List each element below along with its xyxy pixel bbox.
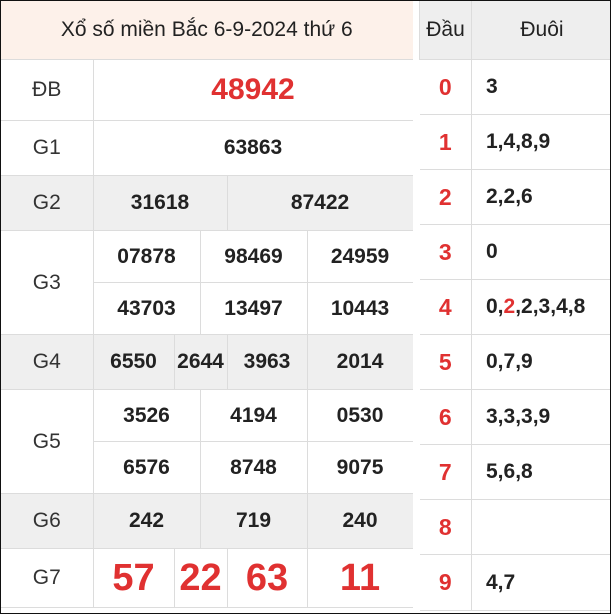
- dau-digit: 1: [419, 114, 472, 170]
- duoi-digits: 5,6,8: [471, 444, 610, 500]
- g1-number: 63863: [92, 120, 414, 176]
- g4-number: 2644: [173, 334, 228, 390]
- g5-number: 6576: [92, 441, 201, 494]
- g5-number: 3526: [92, 389, 201, 442]
- duoi-digits: 3,3,3,9: [471, 389, 610, 445]
- duoi-digits: 2,2,6: [471, 169, 610, 225]
- dau-digit: 7: [419, 444, 472, 500]
- dau-digit: 3: [419, 224, 472, 280]
- prize-label-g7: G7: [1, 548, 94, 608]
- g3-number: 07878: [92, 230, 201, 283]
- g6-number: 719: [199, 493, 308, 549]
- g7-number: 57: [92, 548, 175, 608]
- g3-number: 10443: [306, 282, 414, 335]
- g4-number: 3963: [226, 334, 308, 390]
- g3-number: 13497: [199, 282, 308, 335]
- dau-digit: 0: [419, 59, 472, 115]
- dau-digit: 8: [419, 499, 472, 555]
- dau-digit: 2: [419, 169, 472, 225]
- g3-number: 98469: [199, 230, 308, 283]
- prize-label-db: ĐB: [1, 59, 94, 121]
- g7-number: 22: [173, 548, 228, 608]
- page-title: Xổ số miền Bắc 6-9-2024 thứ 6: [1, 1, 414, 60]
- duoi-header: Đuôi: [471, 1, 610, 60]
- dau-digit: 5: [419, 334, 472, 390]
- duoi-digits: 0,7,9: [471, 334, 610, 390]
- g3-number: 24959: [306, 230, 414, 283]
- duoi-digits: 3: [471, 59, 610, 115]
- special-prize-number: 48942: [92, 59, 414, 121]
- g5-number: 4194: [199, 389, 308, 442]
- prize-label-g3: G3: [1, 230, 94, 335]
- g6-number: 242: [92, 493, 201, 549]
- g5-number: 0530: [306, 389, 414, 442]
- results-table: Xổ số miền Bắc 6-9-2024 thứ 6 ĐB 48942 G…: [1, 1, 414, 608]
- duoi-digits: 4,7: [471, 554, 610, 611]
- duoi-part: ,2,3,4,8: [515, 295, 586, 318]
- duoi-part: 0,: [486, 295, 504, 318]
- dau-digit: 4: [419, 279, 472, 335]
- g4-number: 6550: [92, 334, 175, 390]
- g3-number: 43703: [92, 282, 201, 335]
- loto-table: Đầu Đuôi 03 1 1,4,8,9 2 2,2,6 30 4 0,2,2,3,…: [419, 1, 610, 611]
- g2-number: 87422: [226, 175, 414, 231]
- dau-header: Đầu: [419, 1, 472, 60]
- g7-number: 11: [306, 548, 414, 608]
- prize-label-g6: G6: [1, 493, 94, 549]
- g4-number: 2014: [306, 334, 414, 390]
- g5-number: 9075: [306, 441, 414, 494]
- prize-label-g1: G1: [1, 120, 94, 176]
- g7-number: 63: [226, 548, 308, 608]
- g6-number: 240: [306, 493, 414, 549]
- lottery-result-card: Xổ số miền Bắc 6-9-2024 thứ 6 ĐB 48942 G…: [0, 0, 611, 614]
- prize-label-g4: G4: [1, 334, 94, 390]
- dau-digit: 6: [419, 389, 472, 445]
- dau-digit: 9: [419, 554, 472, 611]
- g5-number: 8748: [199, 441, 308, 494]
- prize-label-g2: G2: [1, 175, 94, 231]
- g2-number: 31618: [92, 175, 228, 231]
- special-tail-highlight: 2: [503, 295, 516, 318]
- duoi-digits: 0,2,2,3,4,8: [471, 279, 610, 335]
- duoi-digits: 0: [471, 224, 610, 280]
- prize-label-g5: G5: [1, 389, 94, 494]
- duoi-digits: [471, 499, 610, 555]
- duoi-digits: 1,4,8,9: [471, 114, 610, 170]
